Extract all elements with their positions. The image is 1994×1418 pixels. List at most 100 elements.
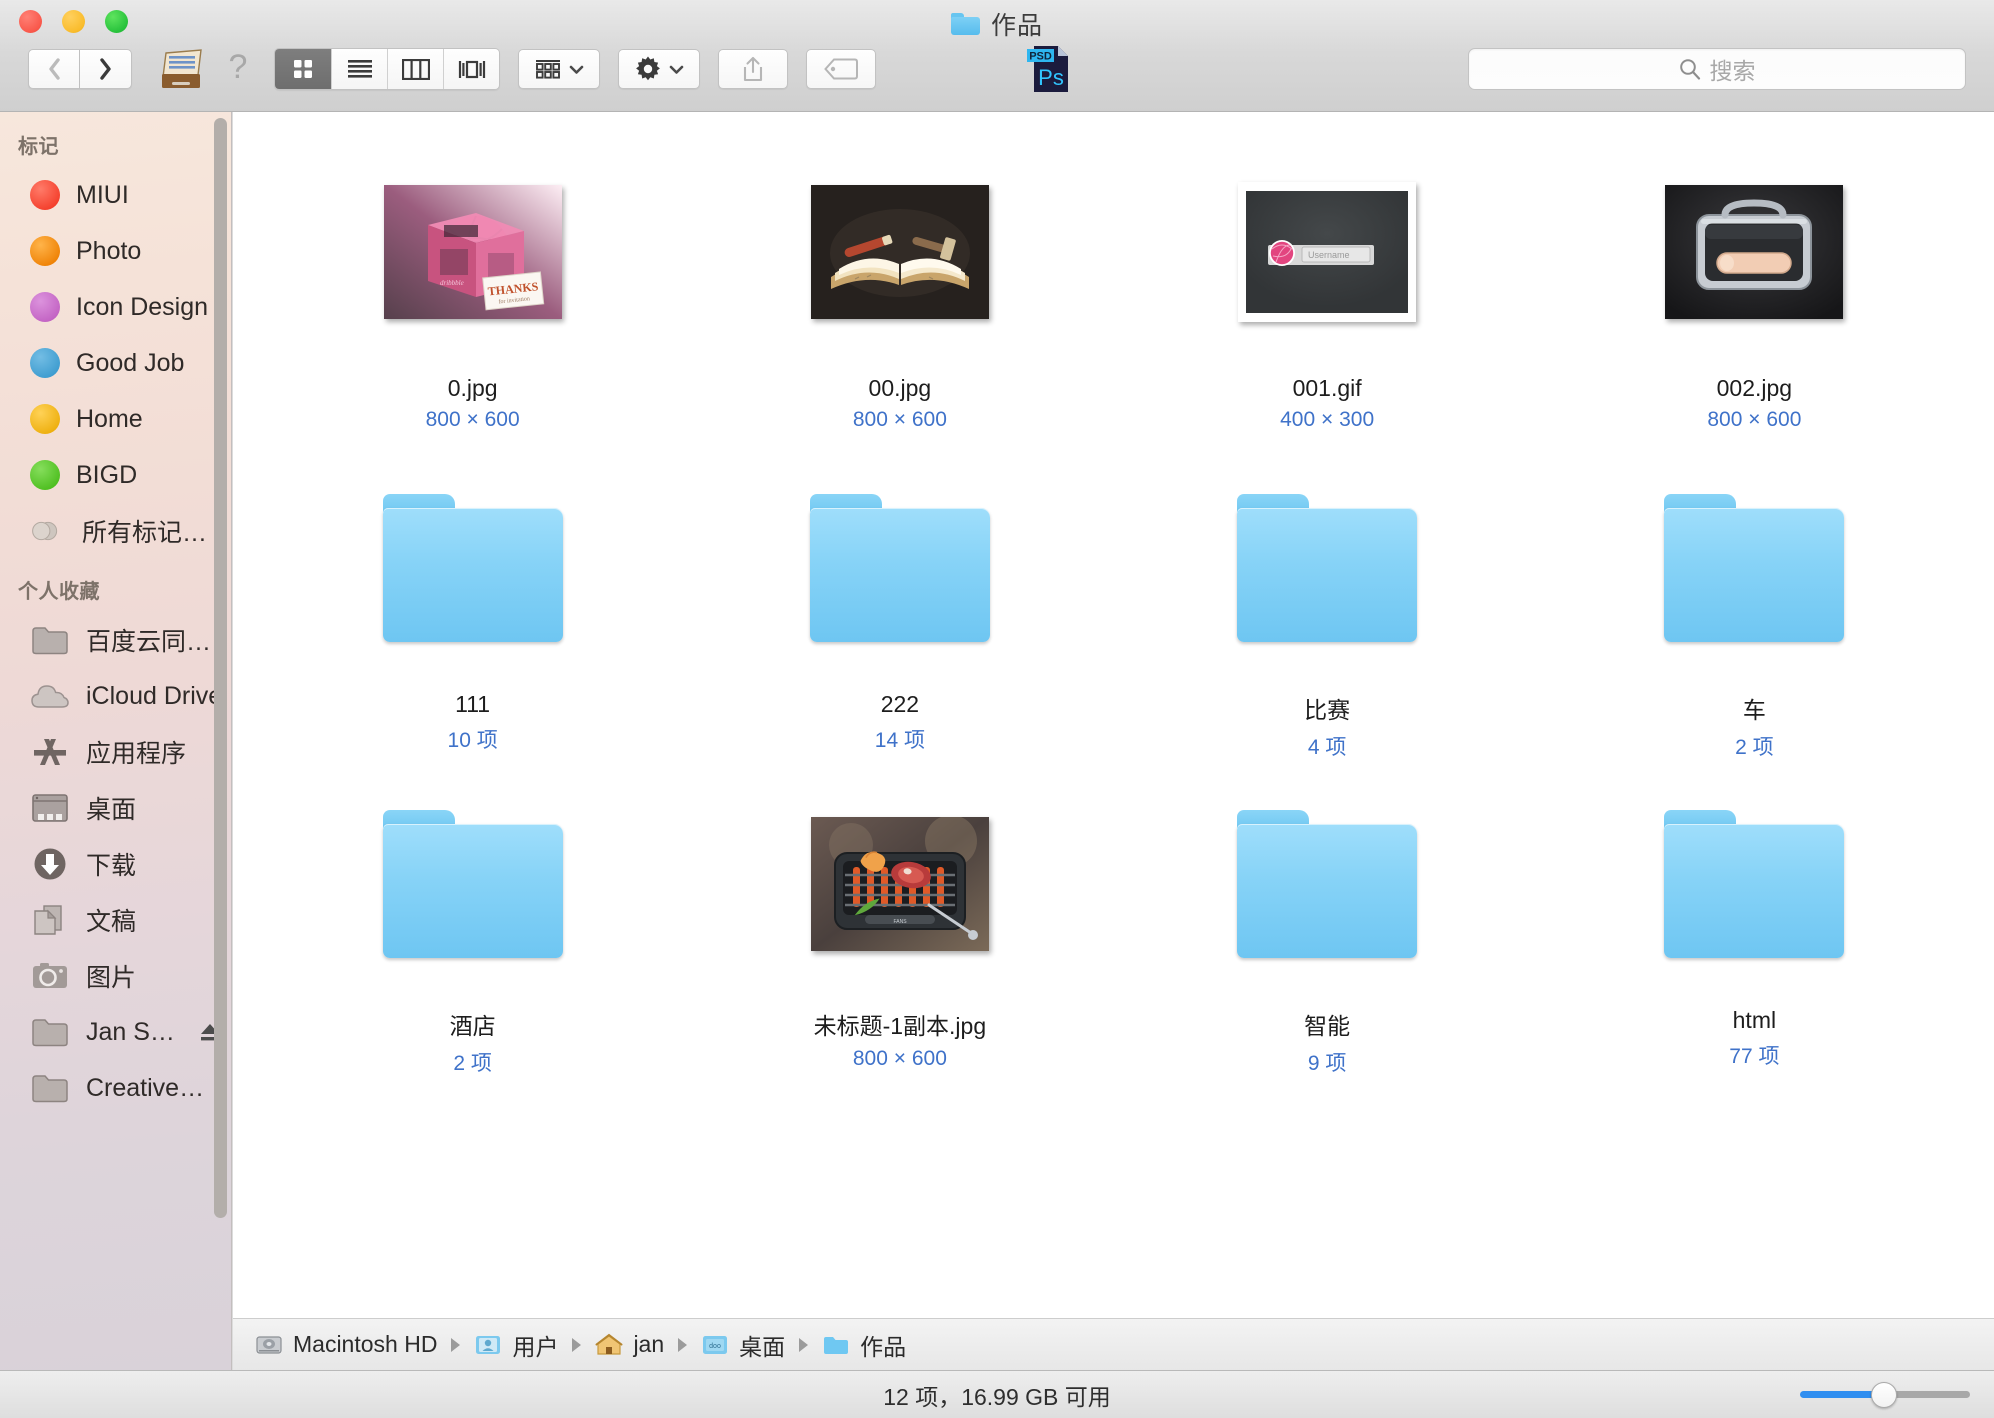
arrange-button[interactable] [518,49,600,89]
breadcrumb-current-folder[interactable]: 作品 [822,1328,906,1362]
action-menu-button[interactable] [618,49,700,89]
applications-icon [30,735,70,769]
file-item[interactable]: 00.jpg 800 × 600 [686,130,1113,446]
sidebar-item-label: 桌面 [86,796,137,824]
breadcrumb-jan[interactable]: jan [595,1331,664,1358]
file-meta: 4 项 [1307,736,1347,759]
sidebar-item-photo[interactable]: Photo [0,223,231,279]
file-drawer-icon [162,49,202,88]
file-name: 222 [880,691,920,717]
status-bar: 12 项，16.99 GB 可用 [0,1370,1994,1418]
file-name: 比赛 [1304,697,1351,723]
chevron-right-icon [100,58,111,80]
breadcrumb-macintosh-hd[interactable]: Macintosh HD [255,1331,437,1358]
sidebar-item-desktop[interactable]: 桌面 [0,780,231,836]
sidebar-item-documents[interactable]: 文稿 [0,892,231,948]
file-item[interactable]: 002.jpg 800 × 600 [1541,130,1968,446]
tag-dot-blue [30,348,60,378]
file-name: html [1732,1007,1777,1033]
breadcrumb-label: 用户 [512,1333,559,1360]
svg-text:Username: Username [1308,250,1350,260]
tag-dot-yellow [30,404,60,434]
sidebar-item-applications[interactable]: 应用程序 [0,724,231,780]
file-name: 车 [1742,697,1766,723]
camera-icon [30,959,70,993]
thumbnail-metal-case [1665,185,1844,319]
sidebar-item-home[interactable]: Home [0,391,231,447]
file-item[interactable]: THANKS for invitation dribbble 0.jpg 800… [259,130,686,446]
arrange-grid-icon [535,60,560,79]
file-name: 0.jpg [447,375,498,401]
list-view-button[interactable] [331,49,387,89]
file-meta: 400 × 300 [1280,408,1375,431]
thumbnail-open-book [810,185,989,319]
column-view-button[interactable] [387,49,443,89]
users-folder-icon [474,1333,502,1357]
folder-icon [30,1071,70,1105]
slider-knob[interactable] [1871,1381,1897,1408]
breadcrumb-desktop[interactable]: doo 桌面 [701,1328,785,1362]
sidebar-item-label: 文稿 [86,908,137,936]
forward-button[interactable] [80,49,132,89]
sidebar-item-icon-design[interactable]: Icon Design [0,279,231,335]
sidebar-item-downloads[interactable]: 下载 [0,836,231,892]
sidebar-item-creative[interactable]: Creative… [0,1060,231,1116]
desktop-icon [30,791,70,825]
file-item[interactable]: html 77 项 [1541,762,1968,1078]
all-tags-icon [30,514,60,548]
file-item[interactable]: FANS 未标题-1副本.jpg 800 × 600 [686,762,1113,1078]
sidebar-item-bigd[interactable]: BIGD [0,447,231,503]
file-item[interactable]: 比赛 4 项 [1114,446,1541,762]
sidebar-item-label: BIGD [76,460,138,489]
sidebar-item-baidu-sync[interactable]: 百度云同… [0,612,231,668]
folder-icon [30,1015,70,1049]
tag-dot-orange [30,236,60,266]
photoshop-psd-file-icon[interactable]: PSD Ps [1026,42,1072,96]
folder-icon [30,623,70,657]
sidebar-item-label: Good Job [76,348,185,377]
file-name: 酒店 [449,1013,496,1039]
share-upload-icon [743,56,763,82]
file-meta: 800 × 600 [1707,408,1802,431]
grid-icon [294,60,312,78]
icon-size-slider[interactable] [1800,1381,1970,1408]
sidebar-item-label: 图片 [86,964,137,992]
sidebar-item-pictures[interactable]: 图片 [0,948,231,1004]
breadcrumb-separator [451,1337,461,1352]
breadcrumb-users[interactable]: 用户 [474,1328,558,1362]
question-mark-icon: ? [229,49,248,86]
svg-text:Ps: Ps [1038,65,1064,90]
share-button[interactable] [718,49,788,89]
sidebar: 标记 MIUI Photo Icon Design Good Job Home [0,112,232,1370]
file-item[interactable]: Username 001.gif 400 × 300 [1114,130,1541,446]
sidebar-item-label: Photo [76,236,142,265]
sidebar-item-icloud-drive[interactable]: iCloud Drive [0,668,231,724]
coverflow-view-button[interactable] [443,49,499,89]
file-item[interactable]: 酒店 2 项 [259,762,686,1078]
sidebar-item-all-tags[interactable]: 所有标记… [0,503,231,559]
file-item[interactable]: 车 2 项 [1541,446,1968,762]
svg-text:PSD: PSD [1029,51,1052,63]
file-item[interactable]: 智能 9 项 [1114,762,1541,1078]
tag-dot-purple [30,292,60,322]
sidebar-item-good-job[interactable]: Good Job [0,335,231,391]
icon-grid: THANKS for invitation dribbble 0.jpg 800… [233,112,1994,1318]
breadcrumb-separator [799,1337,809,1352]
help-button[interactable]: ? [210,47,266,91]
sidebar-item-label: Home [76,404,143,433]
icon-view-button[interactable] [275,49,331,89]
sidebar-item-miui[interactable]: MIUI [0,167,231,223]
file-drawer-button[interactable] [154,47,210,91]
file-name: 智能 [1304,1013,1351,1039]
breadcrumb-label: Macintosh HD [293,1331,438,1357]
window-titlebar: 作品 ? PSD Ps 搜索 [0,0,1994,112]
sidebar-item-jan-s[interactable]: Jan S… [0,1004,231,1060]
folder-icon [382,494,563,642]
tag-button[interactable] [806,49,876,89]
search-field[interactable]: 搜索 [1468,48,1966,90]
sidebar-scrollbar[interactable] [214,118,227,1218]
back-button[interactable] [28,49,80,89]
file-item[interactable]: 222 14 项 [686,446,1113,762]
file-item[interactable]: 111 10 项 [259,446,686,762]
sidebar-item-label: MIUI [76,180,129,209]
